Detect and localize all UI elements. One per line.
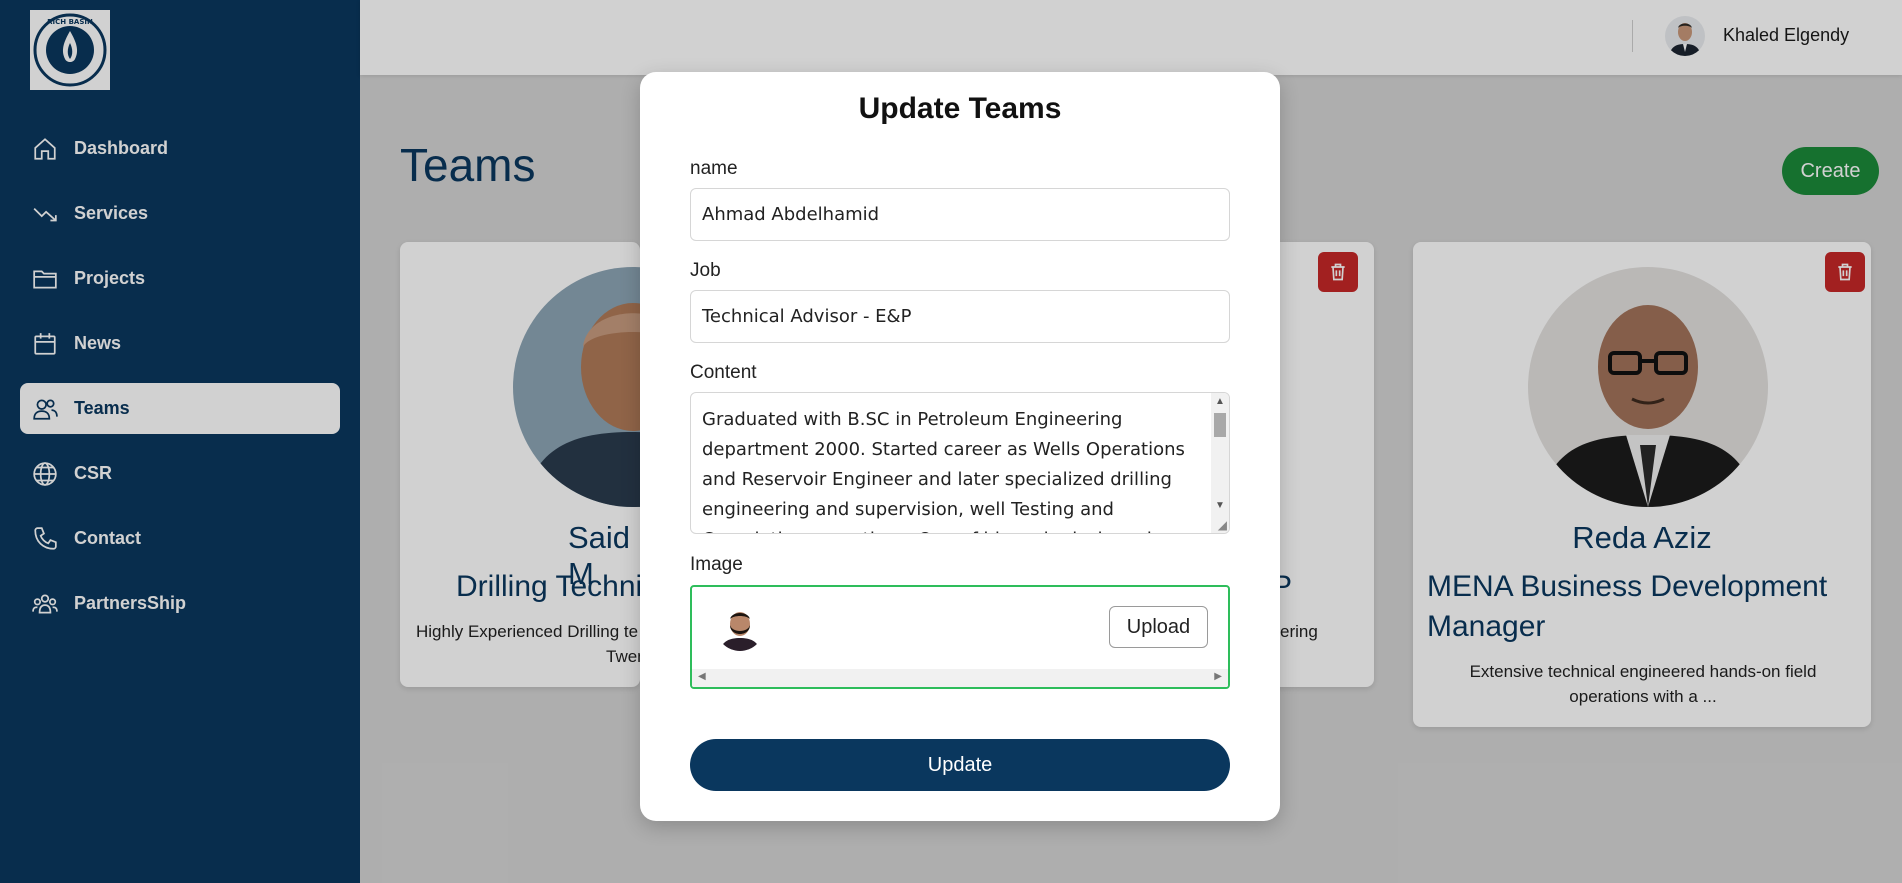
scrollbar-thumb[interactable]	[1214, 413, 1226, 437]
name-input[interactable]: Ahmad Abdelhamid	[690, 188, 1230, 241]
name-label: name	[690, 158, 738, 179]
content-text: Graduated with B.SC in Petroleum Enginee…	[702, 409, 1185, 533]
content-textarea[interactable]: Graduated with B.SC in Petroleum Enginee…	[690, 392, 1230, 534]
resize-handle-icon[interactable]: ◢	[1218, 518, 1227, 532]
content-scrollbar[interactable]: ▲ ▼	[1211, 393, 1229, 533]
job-input[interactable]: Technical Advisor - E&P	[690, 290, 1230, 343]
scroll-down-icon[interactable]: ▼	[1215, 500, 1225, 511]
image-label: Image	[690, 554, 743, 575]
image-scrollbar[interactable]: ◀ ▶	[692, 669, 1228, 687]
scroll-up-icon[interactable]: ▲	[1215, 396, 1225, 407]
scroll-right-icon[interactable]: ▶	[1214, 671, 1222, 682]
upload-button[interactable]: Upload	[1109, 606, 1208, 648]
modal-title: Update Teams	[858, 92, 1062, 125]
content-label: Content	[690, 362, 757, 383]
job-label: Job	[690, 260, 721, 281]
scroll-left-icon[interactable]: ◀	[698, 671, 706, 682]
update-team-modal: Update Teams name Ahmad Abdelhamid Job T…	[640, 72, 1280, 821]
image-upload-box[interactable]: Upload ◀ ▶	[690, 585, 1230, 689]
update-button[interactable]: Update	[690, 739, 1230, 791]
image-preview	[716, 603, 764, 651]
